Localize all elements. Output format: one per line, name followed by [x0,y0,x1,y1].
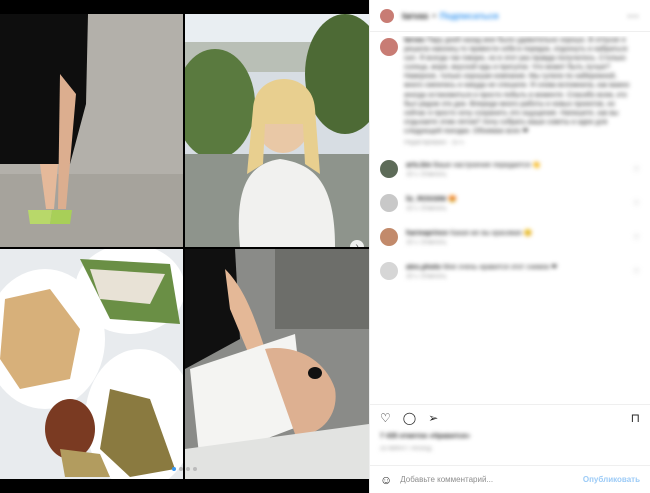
likes-count[interactable]: 7 435 отметок «Нравится» [380,433,470,440]
carousel-dot [193,467,197,471]
photo-black-dress [0,14,183,247]
comment-text: Ваше настроение передается 👏 [433,161,542,169]
instagram-post-view: › tarvas • Подписаться ⋯ tarvas Пару дне… [0,0,650,493]
avatar[interactable] [380,228,398,247]
avatar[interactable] [380,194,398,213]
chevron-right-icon: › [355,241,359,247]
comment-username[interactable]: arts.bio [406,162,431,169]
avatar[interactable] [380,8,394,23]
comment-item: alex.photo Мне очень нравится этот снимо… [380,260,640,282]
avatar[interactable] [380,38,398,56]
header-separator: • [432,10,436,21]
comment-meta: 15 ч. Ответить [406,205,447,212]
carousel-next-button[interactable]: › [350,240,364,247]
photo-blonde-woman: › [185,14,369,247]
comment-meta: 15 ч. Ответить [406,171,447,178]
post-date: 25 МИНУТ НАЗАД [380,446,432,452]
heart-icon[interactable]: ♡ [633,165,640,174]
post-actions-bar: ♡ ◯ ➢ ⊓ [370,404,650,430]
post-media-carousel[interactable]: › [0,0,369,493]
caption-text: Пару дней назад мне было удивительно хор… [404,37,630,135]
avatar[interactable] [380,262,398,281]
comment-username[interactable]: alex.photo [406,264,441,271]
paper-plane-icon[interactable]: ➢ [428,412,438,424]
comment-item: arts.bio Ваше настроение передается 👏 15… [380,158,640,180]
caption-username[interactable]: tarvas [404,37,425,44]
caption-body: tarvas Пару дней назад мне было удивител… [404,36,634,146]
heart-icon[interactable]: ♡ [633,199,640,208]
comment-username[interactable]: harmaprince [406,230,448,237]
carousel-dot [186,467,190,471]
comment-meta: 15 ч. Ответить [406,273,447,280]
post-details-panel: tarvas • Подписаться ⋯ tarvas Пару дней … [369,0,650,493]
post-header: tarvas • Подписаться ⋯ [370,0,650,32]
comment-text: Мне очень нравится этот снимок ❤ [442,263,558,271]
comment-item: harmaprince Какая же вы красивая 😊 15 ч.… [380,226,640,248]
post-caption: tarvas Пару дней назад мне было удивител… [380,36,640,146]
carousel-dot [172,467,176,471]
publish-comment-button[interactable]: Опубликовать [583,475,640,484]
heart-icon[interactable]: ♡ [633,267,640,276]
avatar[interactable] [380,160,398,179]
author-username[interactable]: tarvas [402,11,429,21]
photo-menu-hand [185,249,369,479]
add-comment-bar: ☺ Опубликовать [370,465,650,493]
comment-text: 😍 [448,195,457,203]
smile-icon[interactable]: ☺ [380,473,392,487]
comment-username[interactable]: liz_ROSSINI [406,196,446,203]
caption-timestamp: Редактировано · 15 ч. [404,140,465,147]
follow-button[interactable]: Подписаться [440,11,499,21]
photo-food [0,249,183,479]
carousel-dot [179,467,183,471]
comment-icon[interactable]: ◯ [403,412,416,424]
bookmark-icon[interactable]: ⊓ [631,412,640,424]
comment-meta: 15 ч. Ответить [406,239,447,246]
carousel-indicator [172,467,197,471]
comment-item: liz_ROSSINI 😍 15 ч. Ответить ♡ [380,192,640,214]
heart-icon[interactable]: ♡ [633,233,640,242]
comment-text: Какая же вы красивая 😊 [449,229,533,237]
comment-input[interactable] [400,475,571,484]
more-options-icon[interactable]: ⋯ [627,9,640,23]
heart-icon[interactable]: ♡ [380,412,391,424]
comments-list[interactable]: tarvas Пару дней назад мне было удивител… [370,36,650,406]
